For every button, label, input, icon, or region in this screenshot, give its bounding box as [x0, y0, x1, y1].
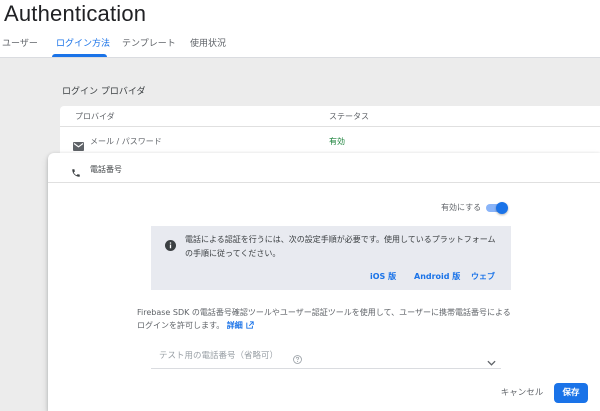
test-phone-numbers-label: テスト用の電話番号（省略可）	[159, 351, 279, 361]
external-link-icon[interactable]	[246, 320, 254, 333]
panel-title: 電話番号	[90, 165, 122, 174]
chevron-down-icon	[487, 351, 496, 370]
setup-notice: 電話による認証を行うには、次の設定手順が必要です。使用しているプラットフォームの…	[151, 226, 511, 290]
phone-icon	[71, 163, 81, 182]
providers-table: プロバイダ ステータス メール / パスワード 有効	[60, 106, 600, 156]
column-header-status: ステータス	[329, 112, 369, 121]
toggle-knob	[496, 202, 508, 214]
tab-templates[interactable]: テンプレート	[122, 36, 176, 49]
web-link[interactable]: ウェブ	[471, 271, 495, 282]
divider	[48, 182, 600, 183]
tab-users[interactable]: ユーザー	[2, 36, 38, 49]
active-tab-indicator	[52, 54, 107, 57]
description: Firebase SDK の電話番号確認ツールやユーザー認証ツールを使用して、ユ…	[137, 306, 517, 333]
section-title: ログイン プロバイダ	[62, 87, 146, 97]
save-button[interactable]: 保存	[554, 383, 588, 403]
table-header: プロバイダ ステータス	[60, 106, 600, 127]
tab-sign-in-method[interactable]: ログイン方法	[56, 36, 110, 49]
details-link[interactable]: 詳細	[227, 321, 243, 330]
notice-text: 電話による認証を行うには、次の設定手順が必要です。使用しているプラットフォームの…	[185, 235, 496, 258]
ios-link[interactable]: iOS 版	[370, 271, 396, 282]
provider-name: メール / パスワード	[90, 137, 162, 146]
enable-toggle-label: 有効にする	[441, 203, 482, 212]
page-title: Authentication	[4, 1, 147, 26]
column-header-provider: プロバイダ	[75, 112, 115, 121]
cancel-button[interactable]: キャンセル	[493, 384, 551, 402]
phone-provider-panel: 電話番号 有効にする 電話による認証を行うには、次の設定手順が必要です。使用して…	[48, 153, 600, 411]
top-bar: Authentication ユーザー ログイン方法 テンプレート 使用状況	[0, 0, 600, 58]
status-badge: 有効	[329, 137, 345, 146]
description-text: Firebase SDK の電話番号確認ツールやユーザー認証ツールを使用して、ユ…	[137, 308, 511, 330]
test-phone-numbers-expander[interactable]: テスト用の電話番号（省略可）	[151, 342, 501, 369]
info-icon	[165, 236, 176, 255]
table-row[interactable]: メール / パスワード 有効	[60, 128, 600, 156]
enable-toggle[interactable]	[486, 202, 508, 214]
android-link[interactable]: Android 版	[414, 271, 460, 282]
tab-usage[interactable]: 使用状況	[190, 36, 226, 49]
help-icon[interactable]	[293, 349, 302, 368]
